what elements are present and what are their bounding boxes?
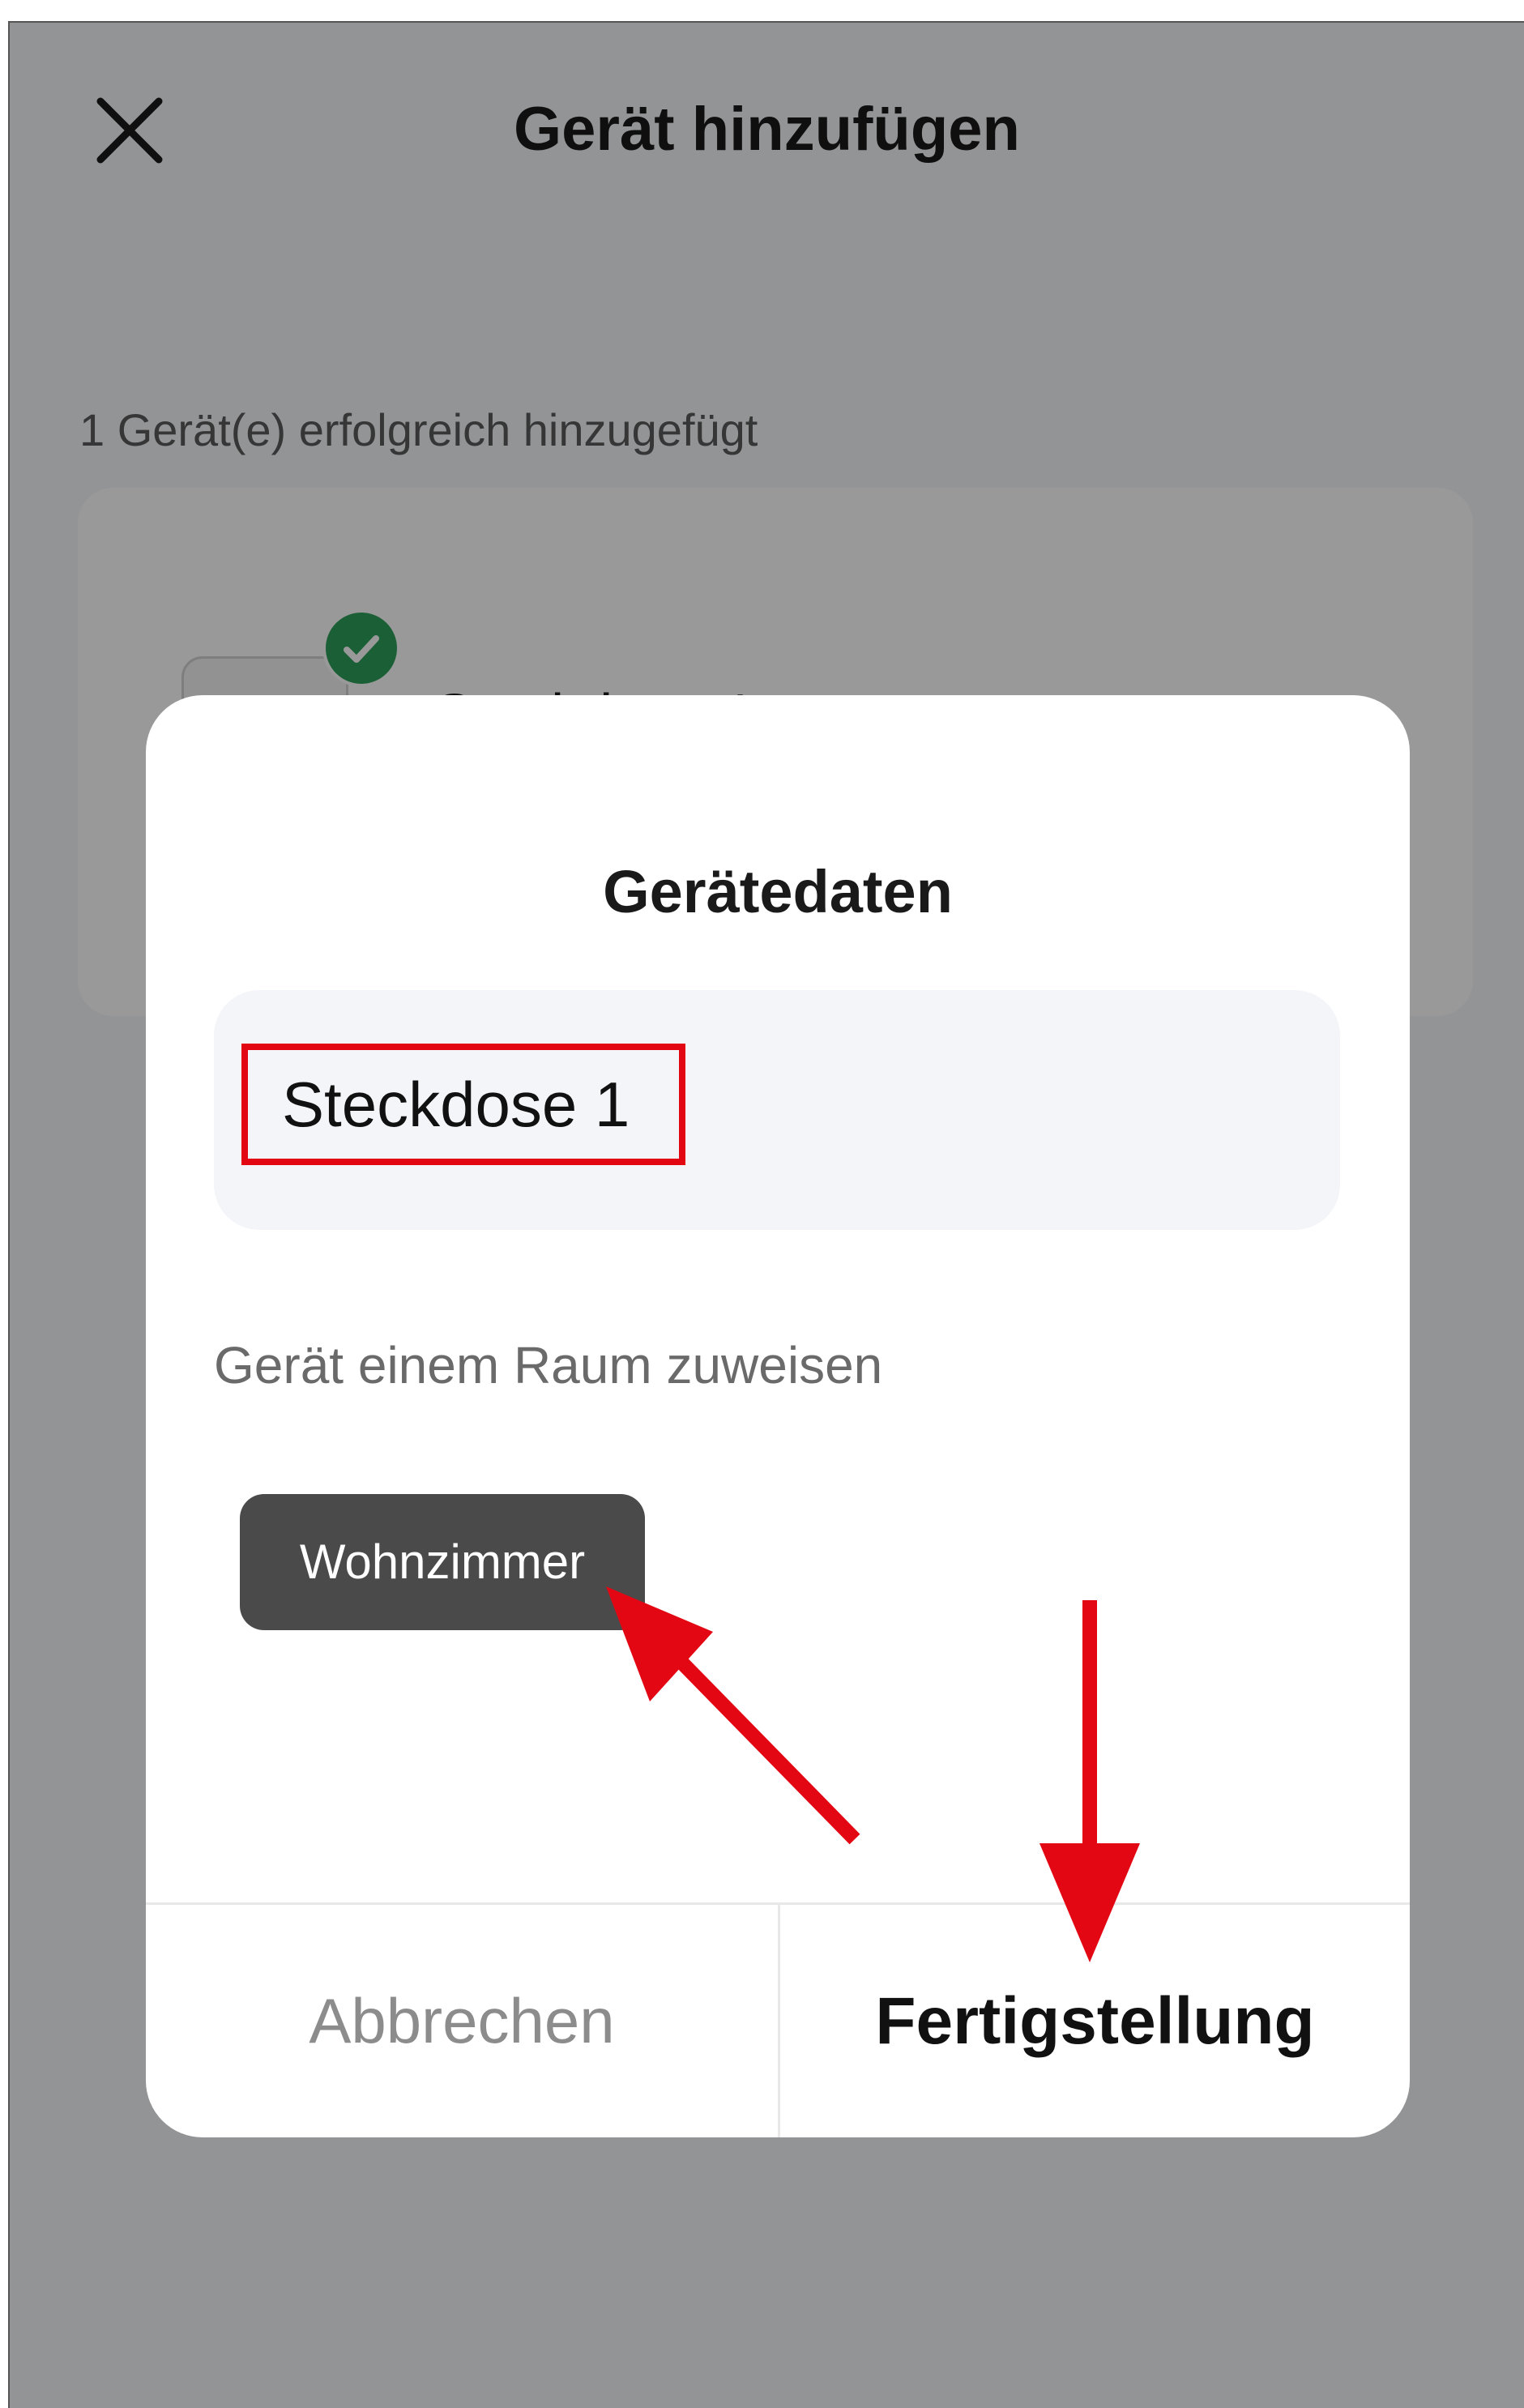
device-name-field[interactable]: Steckdose 1 [214, 990, 1340, 1230]
room-chip-wohnzimmer[interactable]: Wohnzimmer [240, 1494, 645, 1630]
finish-button[interactable]: Fertigstellung [780, 1905, 1410, 2137]
cancel-button[interactable]: Abbrechen [146, 1905, 778, 2137]
room-assign-label: Gerät einem Raum zuweisen [214, 1336, 883, 1394]
screen: Gerät hinzufügen 1 Gerät(e) erfolgreich … [0, 0, 1524, 2408]
dialog-title: Gerätedaten [603, 858, 953, 925]
device-data-dialog: Gerätedaten Steckdose 1 Gerät einem Raum… [146, 695, 1410, 2137]
device-name-input[interactable]: Steckdose 1 [241, 1044, 685, 1165]
app-window: Gerät hinzufügen 1 Gerät(e) erfolgreich … [8, 21, 1524, 2408]
